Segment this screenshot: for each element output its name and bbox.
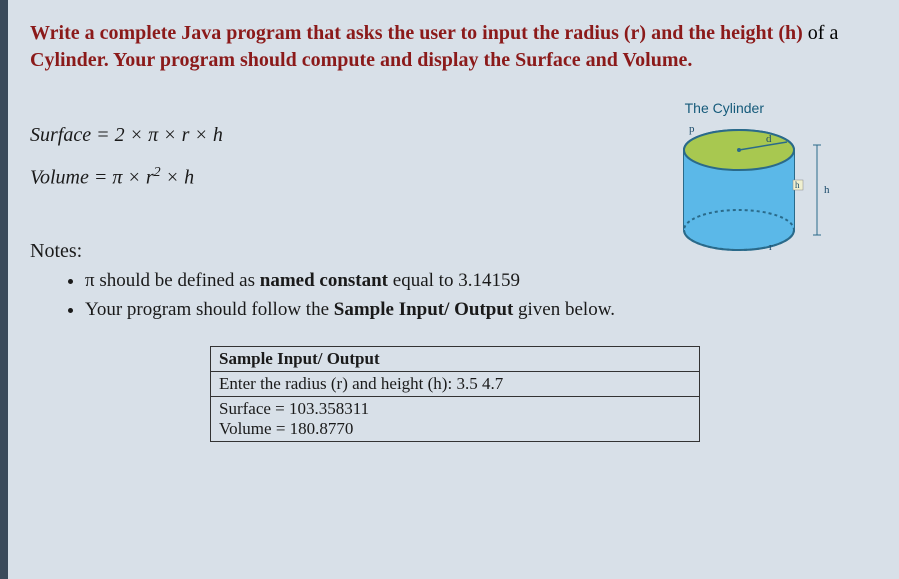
note-item-1: π should be defined as named constant eq… (85, 267, 869, 295)
note1-bold: named constant (260, 270, 393, 291)
note2-end: given below. (518, 299, 615, 320)
prompt-rest: Your program should compute and display … (113, 49, 515, 71)
cylinder-title: The Cylinder (685, 100, 764, 116)
note1-pi: π (85, 270, 99, 291)
sample-output-cell: Surface = 103.358311 Volume = 180.8770 (211, 396, 700, 441)
cyl-p-label: p (689, 123, 695, 135)
cyl-h-label: h (795, 180, 800, 190)
sample-volume-output: Volume = 180.8770 (219, 419, 691, 439)
prompt-surface: Surface (515, 49, 586, 71)
cyl-d-label: d (766, 133, 772, 145)
volume-sup: 2 (154, 165, 161, 180)
volume-pre: Volume = π × r (30, 167, 154, 189)
sample-header: Sample Input/ Output (211, 346, 700, 371)
cyl-r-label: r (769, 241, 773, 253)
note1-rest: should be defined as (99, 270, 259, 291)
sample-input-line: Enter the radius (r) and height (h): 3.5… (211, 371, 700, 396)
prompt-radius: radius (r) (564, 22, 651, 44)
prompt-height: height (h) (720, 22, 808, 44)
note-item-2: Your program should follow the Sample In… (85, 296, 869, 324)
note1-end: equal to 3.14159 (393, 270, 520, 291)
sample-io-table: Sample Input/ Output Enter the radius (r… (210, 346, 700, 442)
cyl-h2-label: h (824, 184, 830, 196)
sample-surface-output: Surface = 103.358311 (219, 399, 691, 419)
cylinder-diagram: p d r h h (669, 120, 839, 265)
prompt-and2: and (586, 49, 623, 71)
notes-list: π should be defined as named constant eq… (30, 267, 869, 324)
volume-post: × h (161, 167, 195, 189)
prompt-text-1: Write a complete Java program that asks … (30, 22, 564, 44)
note2-start: Your program should follow the (85, 299, 334, 320)
left-margin-border (0, 0, 8, 579)
prompt-and: and the (651, 22, 720, 44)
prompt-cylinder: Cylinder. (30, 49, 113, 71)
prompt-ofa: of a (808, 22, 839, 44)
problem-statement: Write a complete Java program that asks … (30, 20, 869, 74)
note2-bold: Sample Input/ Output (334, 299, 518, 320)
prompt-volume: Volume. (623, 49, 693, 71)
